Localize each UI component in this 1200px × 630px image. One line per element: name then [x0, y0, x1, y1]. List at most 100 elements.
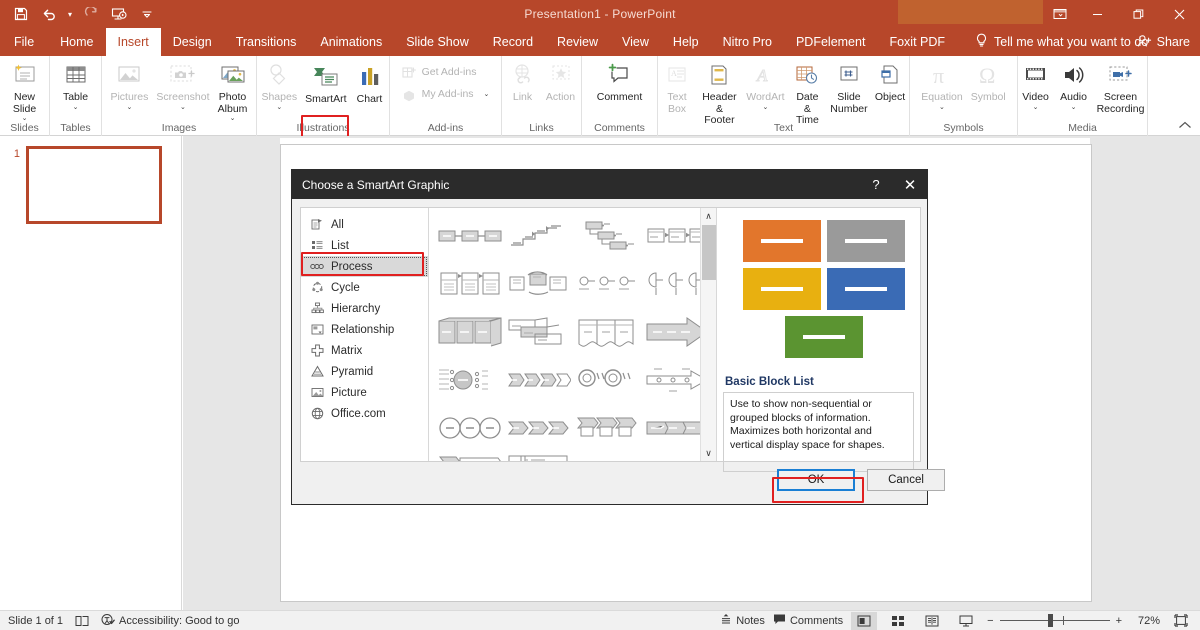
undo-icon[interactable]: [36, 2, 62, 26]
minimize-button[interactable]: [1077, 0, 1118, 28]
collapse-ribbon-icon[interactable]: [1178, 120, 1192, 133]
gallery-item[interactable]: [435, 406, 504, 450]
video-dropdown-icon[interactable]: ⌄: [1033, 104, 1039, 112]
language-icon[interactable]: [75, 615, 89, 627]
tab-slide-show[interactable]: Slide Show: [394, 28, 481, 56]
wordart-button[interactable]: A WordArt ⌄: [743, 58, 788, 112]
gallery-item[interactable]: [574, 454, 643, 461]
tab-foxit-pdf[interactable]: Foxit PDF: [877, 28, 957, 56]
text-box-button[interactable]: A Text Box: [658, 58, 696, 115]
gallery-item[interactable]: [504, 454, 573, 461]
fit-slide-icon[interactable]: [1168, 612, 1194, 630]
tab-record[interactable]: Record: [481, 28, 545, 56]
zoom-slider[interactable]: − +: [987, 614, 1122, 628]
restore-button[interactable]: [1118, 0, 1159, 28]
photo-album-button[interactable]: Photo Album ⌄: [214, 58, 252, 123]
tab-transitions[interactable]: Transitions: [224, 28, 309, 56]
gallery-item[interactable]: [504, 358, 573, 402]
notes-button[interactable]: Notes: [720, 613, 765, 628]
slide-thumbnail-1[interactable]: [26, 146, 162, 224]
gallery-item[interactable]: [504, 262, 573, 306]
slide-number-button[interactable]: Slide Number: [827, 58, 871, 115]
equation-button[interactable]: π Equation ⌄: [917, 58, 966, 112]
save-icon[interactable]: [8, 2, 34, 26]
category-item-list[interactable]: List: [301, 235, 428, 256]
gallery-item[interactable]: [574, 358, 643, 402]
tell-me-box[interactable]: Tell me what you want to do: [957, 28, 1148, 56]
category-item-all[interactable]: All: [301, 214, 428, 235]
gallery-scrollbar[interactable]: ∧ ∨: [700, 208, 716, 461]
dialog-close-button[interactable]: ✕: [893, 170, 927, 199]
get-addins-button[interactable]: Get Add-ins: [398, 62, 481, 84]
table-button[interactable]: Table ⌄: [57, 58, 95, 112]
zoom-in-button[interactable]: +: [1116, 615, 1122, 627]
gallery-item[interactable]: [435, 358, 504, 402]
slide-show-view-button[interactable]: [953, 612, 979, 630]
category-item-hierarchy[interactable]: Hierarchy: [301, 298, 428, 319]
comments-button[interactable]: Comments: [773, 613, 843, 628]
share-button[interactable]: Share: [1137, 28, 1190, 56]
start-presentation-icon[interactable]: [106, 2, 132, 26]
audio-dropdown-icon[interactable]: ⌄: [1071, 104, 1077, 112]
smartart-gallery[interactable]: ∧ ∨: [429, 208, 716, 461]
scroll-down-icon[interactable]: ∨: [701, 445, 716, 461]
gallery-item[interactable]: [574, 310, 643, 354]
category-item-office-com[interactable]: Office.com: [301, 403, 428, 424]
accessibility-status[interactable]: Accessibility: Good to go: [101, 613, 240, 629]
ok-button[interactable]: OK: [777, 469, 855, 491]
wordart-dropdown-icon[interactable]: ⌄: [762, 104, 768, 112]
close-button[interactable]: [1159, 0, 1200, 28]
reading-view-button[interactable]: [919, 612, 945, 630]
tab-file[interactable]: File: [0, 28, 48, 56]
zoom-level-label[interactable]: 72%: [1130, 615, 1160, 627]
gallery-item[interactable]: [574, 214, 643, 258]
audio-button[interactable]: Audio ⌄: [1055, 58, 1093, 112]
gallery-item[interactable]: [574, 406, 643, 450]
screen-recording-button[interactable]: Screen Recording: [1093, 58, 1149, 115]
symbol-button[interactable]: Ω Symbol: [967, 58, 1010, 104]
smartart-button[interactable]: SmartArt: [301, 58, 350, 106]
account-chip[interactable]: [898, 0, 1043, 24]
category-item-pyramid[interactable]: Pyramid: [301, 361, 428, 382]
gallery-item[interactable]: [435, 454, 504, 461]
normal-view-button[interactable]: [851, 611, 878, 630]
tab-help[interactable]: Help: [661, 28, 711, 56]
video-button[interactable]: Video ⌄: [1017, 58, 1055, 112]
redo-icon[interactable]: [78, 2, 104, 26]
scroll-up-icon[interactable]: ∧: [701, 208, 716, 224]
gallery-item[interactable]: [435, 262, 504, 306]
my-addins-button[interactable]: My Add-ins ⌄: [398, 84, 494, 106]
shapes-dropdown-icon[interactable]: ⌄: [276, 104, 282, 112]
tab-animations[interactable]: Animations: [308, 28, 394, 56]
comment-button[interactable]: Comment: [593, 58, 647, 104]
tab-insert[interactable]: Insert: [105, 28, 161, 56]
gallery-item[interactable]: [504, 406, 573, 450]
tab-nitro-pro[interactable]: Nitro Pro: [711, 28, 784, 56]
tab-review[interactable]: Review: [545, 28, 610, 56]
cancel-button[interactable]: Cancel: [867, 469, 945, 491]
my-addins-dropdown-icon[interactable]: ⌄: [484, 91, 490, 99]
action-button[interactable]: Action: [542, 58, 580, 104]
table-dropdown-icon[interactable]: ⌄: [73, 104, 79, 112]
zoom-out-button[interactable]: −: [987, 615, 993, 627]
zoom-track[interactable]: [999, 614, 1110, 628]
category-item-relationship[interactable]: Relationship: [301, 319, 428, 340]
ribbon-display-options-icon[interactable]: [1043, 0, 1077, 28]
scrollbar-thumb[interactable]: [702, 225, 716, 280]
pictures-dropdown-icon[interactable]: ⌄: [127, 104, 133, 112]
undo-dropdown-icon[interactable]: ▾: [64, 2, 76, 26]
category-item-picture[interactable]: Picture: [301, 382, 428, 403]
gallery-item[interactable]: [574, 262, 643, 306]
category-item-matrix[interactable]: Matrix: [301, 340, 428, 361]
thumbnail-row[interactable]: 1: [8, 146, 162, 224]
category-item-cycle[interactable]: Cycle: [301, 277, 428, 298]
tab-pdfelement[interactable]: PDFelement: [784, 28, 877, 56]
new-slide-button[interactable]: New Slide ⌄: [6, 58, 44, 123]
gallery-item[interactable]: [504, 214, 573, 258]
zoom-thumb[interactable]: [1047, 614, 1053, 627]
dialog-help-button[interactable]: ?: [859, 170, 893, 199]
shapes-button[interactable]: Shapes ⌄: [257, 58, 301, 112]
gallery-item[interactable]: [504, 310, 573, 354]
tab-design[interactable]: Design: [161, 28, 224, 56]
screenshot-button[interactable]: Screenshot ⌄: [152, 58, 213, 112]
